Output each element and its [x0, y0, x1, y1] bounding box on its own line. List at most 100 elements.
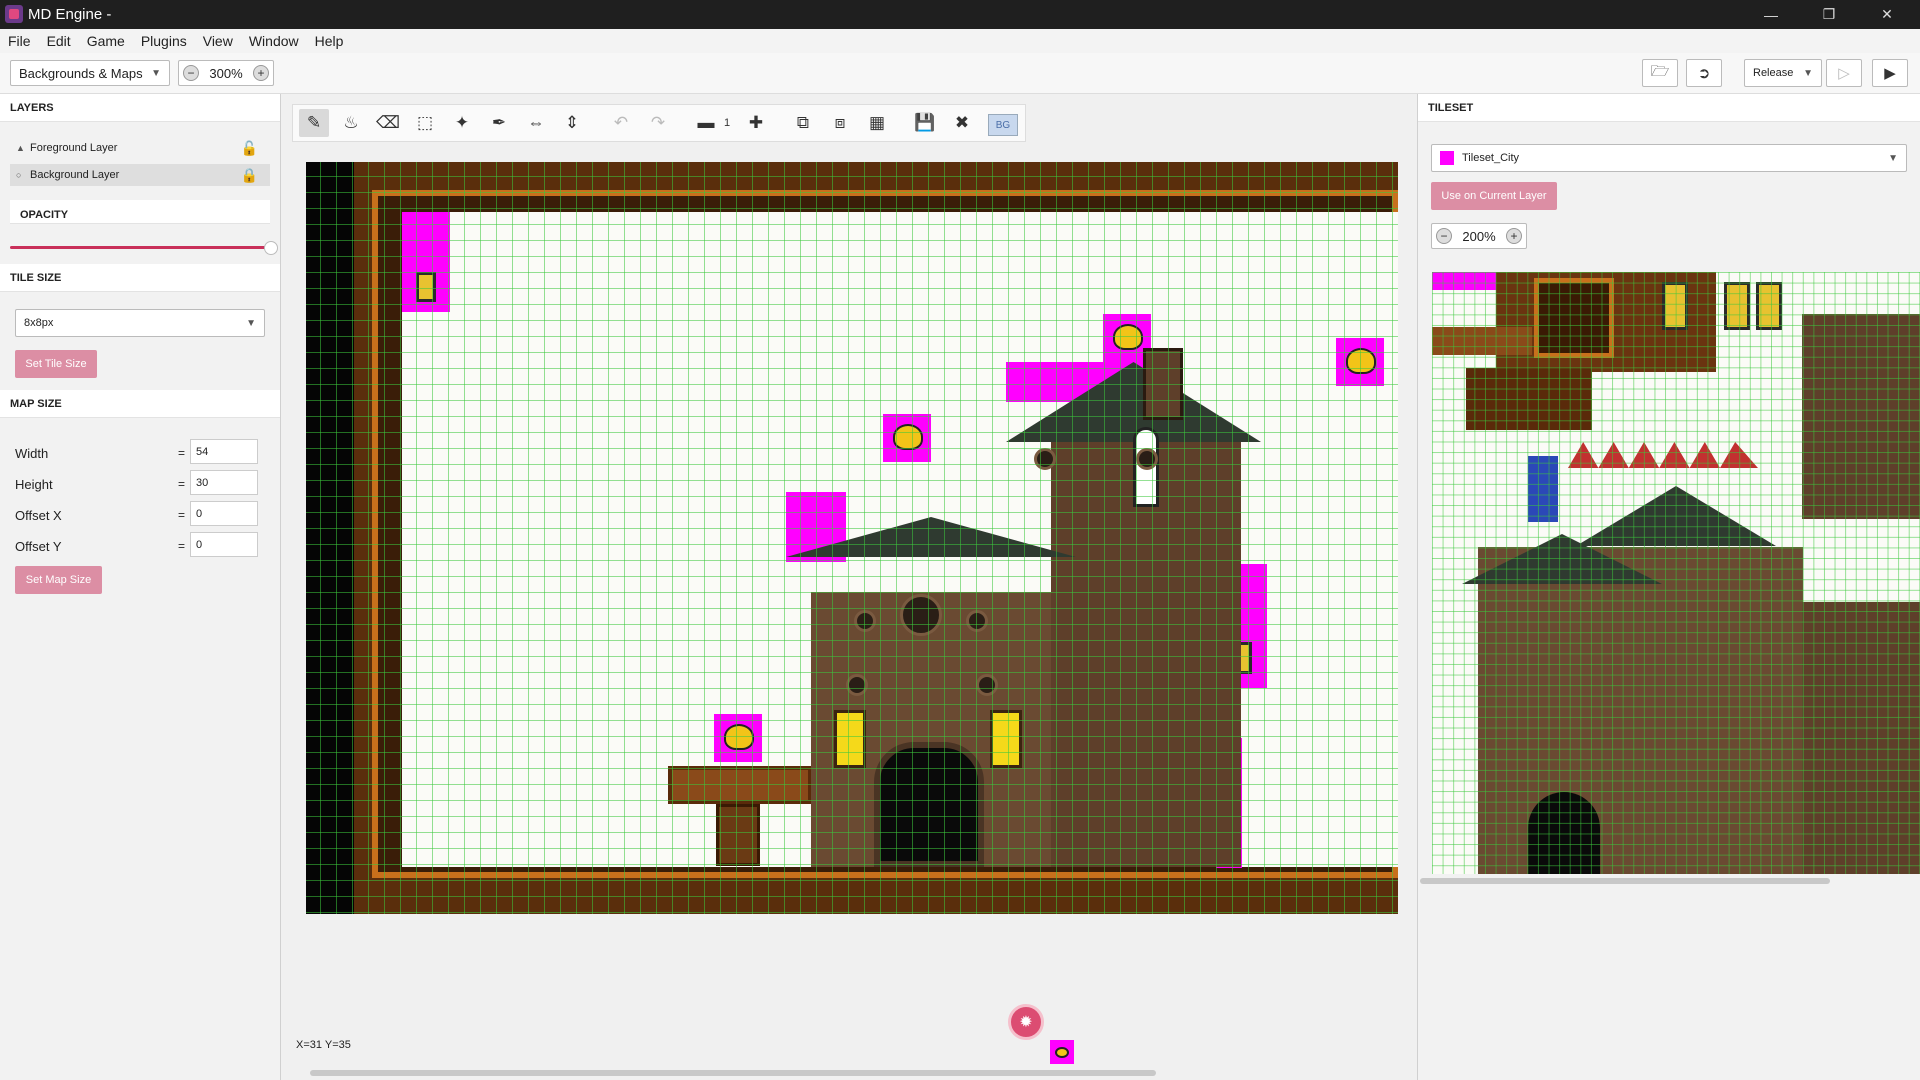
map-horizontal-scrollbar[interactable]: [310, 1070, 1156, 1076]
round-window: [854, 610, 876, 632]
window-title: MD Engine -: [28, 6, 112, 23]
tileset-select[interactable]: Tileset_City ▼: [1431, 144, 1907, 172]
cursor-coordinates: X=31 Y=35: [296, 1039, 351, 1051]
offset-y-label: Offset Y: [15, 539, 62, 554]
menu-window[interactable]: Window: [241, 33, 307, 49]
opacity-slider-track[interactable]: [10, 246, 268, 249]
menu-edit[interactable]: Edit: [39, 33, 79, 49]
chevron-down-icon: ▼: [246, 317, 256, 329]
menu-view[interactable]: View: [195, 33, 241, 49]
height-input[interactable]: 30: [190, 470, 258, 495]
zoom-in-button[interactable]: +: [253, 65, 269, 81]
pencil-tool-button[interactable]: ✎: [299, 109, 329, 137]
opacity-slider-handle[interactable]: [264, 241, 278, 255]
export-button[interactable]: ➲: [1686, 59, 1722, 87]
flip-horizontal-button[interactable]: ⇔: [521, 109, 551, 137]
send-backward-button[interactable]: ⧈: [825, 109, 855, 137]
close-icon[interactable]: ✕: [1858, 0, 1916, 29]
grid-toggle-button[interactable]: ▦: [862, 109, 892, 137]
menu-help[interactable]: Help: [307, 33, 352, 49]
build-config-value: Release: [1753, 67, 1794, 79]
set-map-size-button[interactable]: Set Map Size: [15, 566, 102, 594]
top-toolbar: Backgrounds & Maps ▼ − 300% + 🗁 ➲ Releas…: [0, 53, 1920, 94]
tileset-thumbnail-icon: [1440, 151, 1454, 165]
lantern-icon: [416, 272, 436, 302]
round-window: [1136, 448, 1158, 470]
run-debug-button[interactable]: ▷: [1826, 59, 1862, 87]
clear-button[interactable]: ✖: [947, 109, 977, 137]
mode-select-value: Backgrounds & Maps: [19, 65, 143, 81]
round-window: [976, 674, 998, 696]
chimney: [1143, 348, 1183, 420]
tileset-canvas[interactable]: [1432, 272, 1920, 874]
width-label: Width: [15, 446, 49, 461]
mode-select[interactable]: Backgrounds & Maps ▼: [10, 60, 170, 86]
bring-forward-button[interactable]: ⧉: [788, 109, 818, 137]
layer-row-foreground[interactable]: ▲ Foreground Layer 🔓: [10, 137, 270, 159]
width-input[interactable]: 54: [190, 439, 258, 464]
brush-size-increase-button[interactable]: ✚: [741, 109, 771, 137]
selected-tile-preview: [1050, 1040, 1074, 1064]
menu-file[interactable]: File: [0, 33, 39, 49]
open-folder-button[interactable]: 🗁: [1642, 59, 1678, 87]
bird-sprite-icon: [1055, 1047, 1069, 1058]
map-size-heading: MAP SIZE: [0, 390, 280, 418]
offset-y-input[interactable]: 0: [190, 532, 258, 557]
tile-size-value: 8x8px: [24, 317, 54, 329]
opacity-heading: OPACITY: [10, 200, 270, 224]
spike-tiles: [1568, 442, 1758, 468]
restore-icon[interactable]: ❐: [1800, 0, 1858, 29]
blue-tiles: [1528, 456, 1558, 522]
bg-toggle-button[interactable]: BG: [988, 114, 1018, 136]
save-button[interactable]: 💾: [910, 109, 940, 137]
door-tile: [1528, 792, 1600, 874]
lock-icon[interactable]: 🔒: [241, 167, 258, 184]
chevron-down-icon: ▼: [1888, 152, 1898, 164]
palette-button[interactable]: ✹: [1008, 1004, 1044, 1040]
layer-icon: ○: [16, 170, 22, 180]
undo-icon: ↶: [613, 113, 629, 132]
layer-forward-icon: ⧉: [796, 113, 810, 132]
height-label: Height: [15, 477, 53, 492]
build-config-select[interactable]: Release ▼: [1744, 59, 1822, 87]
tile-size-select[interactable]: 8x8px ▼: [15, 309, 265, 337]
eq-sign: =: [178, 477, 186, 491]
palette-icon: ✹: [1019, 1014, 1033, 1031]
menu-plugins[interactable]: Plugins: [133, 33, 195, 49]
flip-vertical-icon: ⇕: [564, 113, 580, 132]
lock-icon[interactable]: 🔓: [241, 140, 258, 157]
tileset-horizontal-scrollbar[interactable]: [1420, 878, 1830, 884]
redo-button[interactable]: ↷: [643, 109, 673, 137]
tileset-zoom-out-button[interactable]: −: [1436, 228, 1452, 244]
eyedropper-tool-button[interactable]: ✒: [484, 109, 514, 137]
tileset-zoom-in-button[interactable]: +: [1506, 228, 1522, 244]
select-tool-button[interactable]: ⬚: [410, 109, 440, 137]
round-window: [846, 674, 868, 696]
pencil-icon: ✎: [306, 113, 322, 132]
use-on-current-layer-button[interactable]: Use on Current Layer: [1431, 182, 1557, 210]
undo-button[interactable]: ↶: [606, 109, 636, 137]
layer-row-background[interactable]: ○ Background Layer 🔒: [10, 164, 270, 186]
magic-wand-tool-button[interactable]: ✦: [447, 109, 477, 137]
fill-tool-button[interactable]: ♨: [336, 109, 366, 137]
paint-bucket-icon: ♨: [343, 113, 359, 132]
minimize-icon[interactable]: —: [1742, 0, 1800, 29]
offset-x-input[interactable]: 0: [190, 501, 258, 526]
map-canvas[interactable]: [306, 162, 1398, 914]
run-button[interactable]: ▶: [1872, 59, 1908, 87]
bird-tiles: [1432, 272, 1498, 290]
platform-tiles: [1432, 327, 1532, 355]
title-bar: MD Engine - — ❐ ✕: [0, 0, 1920, 29]
zoom-out-button[interactable]: −: [183, 65, 199, 81]
minus-icon: ▬: [697, 113, 715, 132]
layer-label: Foreground Layer: [30, 142, 118, 154]
zoom-value: 300%: [209, 65, 243, 81]
menu-game[interactable]: Game: [79, 33, 133, 49]
roof-tile: [1576, 486, 1776, 546]
eraser-tool-button[interactable]: ⌫: [373, 109, 403, 137]
layer-icon: ▲: [16, 143, 25, 153]
set-tile-size-button[interactable]: Set Tile Size: [15, 350, 97, 378]
eyedropper-icon: ✒: [491, 113, 507, 132]
app-logo-icon: [5, 5, 23, 23]
flip-vertical-button[interactable]: ⇕: [557, 109, 587, 137]
